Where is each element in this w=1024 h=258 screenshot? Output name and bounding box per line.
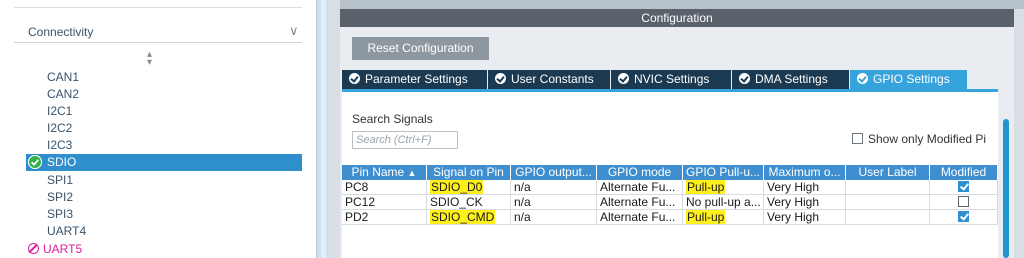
- configuration-area: Reset Configuration Parameter Settings U…: [340, 27, 1014, 258]
- header-label: Pin Name: [351, 165, 405, 179]
- tab-gpio-settings[interactable]: GPIO Settings: [850, 70, 968, 89]
- vertical-scrollbar[interactable]: [1003, 119, 1009, 258]
- column-header-maximum-output[interactable]: Maximum o...: [764, 165, 846, 180]
- cell-gpio-mode[interactable]: Alternate Fu...: [597, 180, 683, 195]
- cell-user-label[interactable]: [846, 180, 930, 195]
- check-circle-icon: [495, 73, 506, 84]
- column-header-modified[interactable]: Modified: [930, 165, 998, 180]
- peripheral-item-spi3[interactable]: SPI3: [47, 207, 73, 222]
- modified-checkbox[interactable]: [958, 196, 969, 207]
- cell-gpio-pull[interactable]: Pull-up: [683, 180, 764, 195]
- cell-gpio-pull[interactable]: No pull-up a...: [683, 195, 764, 210]
- checkbox-label: Show only Modified Pi: [868, 132, 987, 146]
- cell-maximum-output[interactable]: Very High: [764, 195, 846, 210]
- stm32cubemx-window: Connectivity ∨ ▴ ▾ CAN1 CAN2 I2C1 I2C2 I2…: [0, 0, 1024, 258]
- reset-configuration-button[interactable]: Reset Configuration: [352, 37, 489, 60]
- check-circle-icon: [739, 73, 750, 84]
- cell-pin-name[interactable]: PD2: [342, 210, 427, 225]
- peripheral-item-i2c3[interactable]: I2C3: [47, 138, 72, 153]
- checkbox-box[interactable]: [852, 133, 863, 144]
- search-input[interactable]: [352, 131, 458, 149]
- cell-signal[interactable]: SDIO_D0: [427, 180, 511, 195]
- peripheral-item-sdio[interactable]: SDIO: [26, 154, 302, 171]
- cell-modified: [930, 195, 998, 210]
- highlighted-pull: Pull-up: [686, 210, 726, 224]
- column-header-signal[interactable]: Signal on Pin: [427, 165, 511, 180]
- cell-user-label[interactable]: [846, 195, 930, 210]
- column-header-pin-name[interactable]: Pin Name ▲: [342, 165, 427, 180]
- highlighted-signal: SDIO_CMD: [430, 210, 496, 224]
- cell-pin-name[interactable]: PC8: [342, 180, 427, 195]
- check-circle-icon: [28, 155, 42, 169]
- peripheral-item-i2c2[interactable]: I2C2: [47, 121, 72, 136]
- cell-gpio-output[interactable]: n/a: [511, 195, 597, 210]
- peripheral-item-label: UART5: [43, 242, 83, 256]
- cell-signal[interactable]: SDIO_CMD: [427, 210, 511, 225]
- peripheral-item-label: SDIO: [47, 155, 77, 169]
- column-header-gpio-mode[interactable]: GPIO mode: [597, 165, 683, 180]
- cell-maximum-output[interactable]: Very High: [764, 210, 846, 225]
- tab-label: GPIO Settings: [873, 72, 950, 86]
- cell-modified: [930, 210, 998, 225]
- column-header-gpio-output[interactable]: GPIO output...: [511, 165, 597, 180]
- tab-label: User Constants: [511, 72, 594, 86]
- peripheral-item-spi2[interactable]: SPI2: [47, 190, 73, 205]
- cell-signal[interactable]: SDIO_CK: [427, 195, 511, 210]
- configuration-panel: Configuration Reset Configuration Parame…: [330, 0, 1024, 258]
- tab-dma-settings[interactable]: DMA Settings: [732, 70, 850, 89]
- cell-pin-name[interactable]: PC12: [342, 195, 427, 210]
- check-circle-icon: [618, 73, 629, 84]
- cell-user-label[interactable]: [846, 210, 930, 225]
- peripheral-item-uart4[interactable]: UART4: [47, 224, 86, 239]
- modified-checkbox[interactable]: [958, 211, 969, 222]
- tab-label: Parameter Settings: [365, 72, 468, 86]
- disabled-icon: [28, 243, 39, 254]
- tab-label: DMA Settings: [755, 72, 828, 86]
- cell-maximum-output[interactable]: Very High: [764, 180, 846, 195]
- peripheral-item-uart5[interactable]: UART5: [28, 242, 82, 256]
- check-circle-icon: [857, 73, 868, 84]
- mode-panel-edge: [340, 0, 1024, 9]
- category-label: Connectivity: [28, 25, 94, 39]
- panel-splitter[interactable]: [316, 0, 330, 258]
- tab-nvic-settings[interactable]: NVIC Settings: [611, 70, 732, 89]
- sort-ascending-icon: ▲: [407, 168, 417, 178]
- cell-gpio-mode[interactable]: Alternate Fu...: [597, 210, 683, 225]
- gpio-settings-content: Search Signals Show only Modified Pi Pin…: [342, 89, 998, 258]
- tab-parameter-settings[interactable]: Parameter Settings: [342, 70, 488, 89]
- peripheral-item-can1[interactable]: CAN1: [47, 70, 79, 85]
- column-header-gpio-pull[interactable]: GPIO Pull-u...: [683, 165, 764, 180]
- check-circle-icon: [349, 73, 360, 84]
- column-header-user-label[interactable]: User Label: [846, 165, 930, 180]
- cell-gpio-output[interactable]: n/a: [511, 210, 597, 225]
- highlighted-pull: Pull-up: [686, 180, 726, 194]
- highlighted-signal: SDIO_D0: [430, 180, 484, 194]
- modified-checkbox[interactable]: [958, 181, 969, 192]
- sort-icon[interactable]: ▴ ▾: [147, 50, 152, 68]
- chevron-down-icon[interactable]: ∨: [289, 23, 299, 39]
- search-signals-label: Search Signals: [352, 112, 433, 126]
- peripheral-item-can2[interactable]: CAN2: [47, 87, 79, 102]
- peripheral-tree-panel: Connectivity ∨ ▴ ▾ CAN1 CAN2 I2C1 I2C2 I2…: [0, 0, 316, 258]
- configuration-title-bar: Configuration: [340, 9, 1014, 27]
- cell-modified: [930, 180, 998, 195]
- cell-gpio-mode[interactable]: Alternate Fu...: [597, 195, 683, 210]
- show-only-modified-checkbox[interactable]: Show only Modified Pi: [852, 132, 986, 146]
- category-header-connectivity[interactable]: Connectivity ∨: [14, 21, 302, 43]
- divider-line: [14, 7, 302, 8]
- tab-label: NVIC Settings: [634, 72, 710, 86]
- peripheral-item-i2c1[interactable]: I2C1: [47, 104, 72, 119]
- splitter-track: [321, 0, 326, 258]
- tab-user-constants[interactable]: User Constants: [488, 70, 611, 89]
- cell-gpio-pull[interactable]: Pull-up: [683, 210, 764, 225]
- peripheral-item-spi1[interactable]: SPI1: [47, 173, 73, 188]
- cell-gpio-output[interactable]: n/a: [511, 180, 597, 195]
